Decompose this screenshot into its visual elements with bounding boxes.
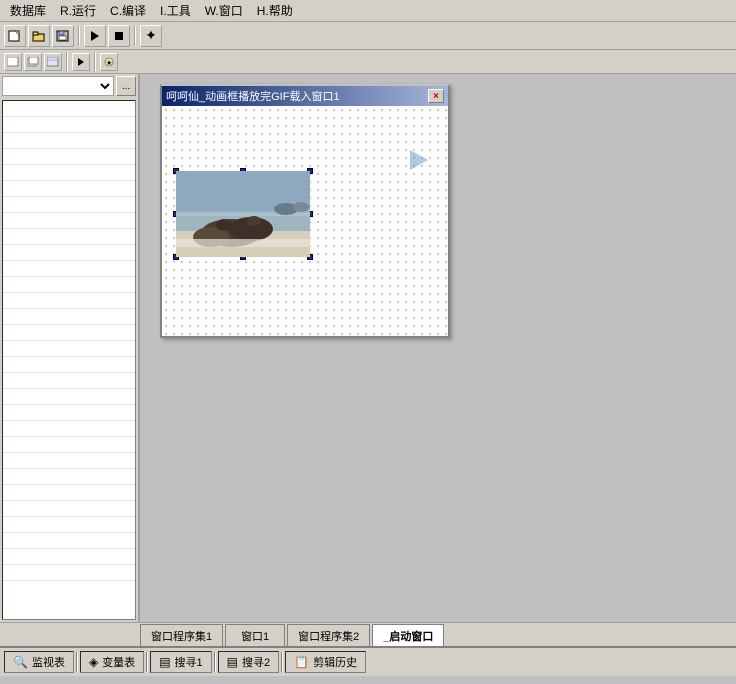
toolbar-open-btn[interactable] bbox=[28, 25, 50, 47]
toolbar2-sep2 bbox=[94, 52, 96, 72]
toolbar-save-btn[interactable] bbox=[52, 25, 74, 47]
sidebar-line-7 bbox=[3, 197, 135, 213]
sidebar-line-23 bbox=[3, 453, 135, 469]
sidebar-line-24 bbox=[3, 469, 135, 485]
sidebar-line-15 bbox=[3, 325, 135, 341]
play-arrow-icon bbox=[404, 146, 432, 181]
sidebar-line-20 bbox=[3, 405, 135, 421]
inner-window-titlebar: 呵呵仙_动画框播放完GIF载入窗口1 × bbox=[162, 86, 448, 106]
tabs-bar: 窗口程序集1 窗口1 窗口程序集2 _启动窗口 bbox=[0, 622, 736, 646]
star-icon: ✦ bbox=[145, 27, 157, 44]
sidebar-line-16 bbox=[3, 341, 135, 357]
menu-database[interactable]: 数据库 bbox=[4, 0, 52, 21]
sidebar-line-22 bbox=[3, 437, 135, 453]
toolbar-stop-btn[interactable] bbox=[108, 25, 130, 47]
menubar: 数据库 R.运行 C.编译 I.工具 W.窗口 H.帮助 bbox=[0, 0, 736, 22]
sidebar-line-19 bbox=[3, 389, 135, 405]
toolbar2-sep1 bbox=[66, 52, 68, 72]
toolbar2-btn3[interactable] bbox=[44, 53, 62, 71]
sidebar-line-30 bbox=[3, 565, 135, 581]
menu-help[interactable]: H.帮助 bbox=[251, 0, 299, 21]
menu-compile[interactable]: C.编译 bbox=[104, 0, 152, 21]
sidebar-line-29 bbox=[3, 549, 135, 565]
inner-window-close-btn[interactable]: × bbox=[428, 89, 444, 103]
status-search2[interactable]: ▤ 搜寻2 bbox=[218, 651, 279, 673]
status-sep2 bbox=[146, 652, 148, 672]
ellipsis-icon: ... bbox=[122, 81, 130, 92]
clipboard-icon: 📋 bbox=[294, 655, 309, 669]
sidebar-line-25 bbox=[3, 485, 135, 501]
toolbar-new-btn[interactable] bbox=[4, 25, 26, 47]
menu-run[interactable]: R.运行 bbox=[54, 0, 102, 21]
search2-label: 搜寻2 bbox=[242, 654, 270, 670]
sidebar-line-17 bbox=[3, 357, 135, 373]
tab-window-program-2[interactable]: 窗口程序集2 bbox=[287, 624, 370, 646]
sidebar-line-28 bbox=[3, 533, 135, 549]
sidebar-line-9 bbox=[3, 229, 135, 245]
status-sep3 bbox=[214, 652, 216, 672]
sidebar-line-21 bbox=[3, 421, 135, 437]
toolbar2-play-btn[interactable] bbox=[72, 53, 90, 71]
sidebar-line-3 bbox=[3, 133, 135, 149]
sidebar-top: ... bbox=[0, 74, 138, 98]
canvas-area: 呵呵仙_动画框播放完GIF载入窗口1 × bbox=[140, 74, 736, 622]
toolbar-star-btn[interactable]: ✦ bbox=[140, 25, 162, 47]
toolbar2-btn1[interactable] bbox=[4, 53, 22, 71]
tab-startup-window[interactable]: _启动窗口 bbox=[372, 624, 444, 646]
inner-window: 呵呵仙_动画框播放完GIF载入窗口1 × bbox=[160, 84, 450, 338]
sidebar-line-27 bbox=[3, 517, 135, 533]
variables-label: 变量表 bbox=[102, 654, 135, 670]
toolbar2-btn2[interactable] bbox=[24, 53, 42, 71]
tab-window-program-1[interactable]: 窗口程序集1 bbox=[140, 624, 223, 646]
toolbar2: ★ bbox=[0, 50, 736, 74]
menu-window[interactable]: W.窗口 bbox=[199, 0, 249, 21]
sidebar-line-1 bbox=[3, 101, 135, 117]
sidebar-line-6 bbox=[3, 181, 135, 197]
toolbar-sep1 bbox=[78, 26, 80, 46]
sidebar-more-btn[interactable]: ... bbox=[116, 76, 136, 96]
statusbar: 🔍 监视表 ◈ 变量表 ▤ 搜寻1 ▤ 搜寻2 📋 剪辑历史 bbox=[0, 646, 736, 676]
sidebar-line-11 bbox=[3, 261, 135, 277]
monitor-icon: 🔍 bbox=[13, 655, 28, 669]
sidebar-line-8 bbox=[3, 213, 135, 229]
toolbar-sep2 bbox=[134, 26, 136, 46]
inner-window-content bbox=[162, 106, 448, 336]
search1-icon: ▤ bbox=[159, 655, 170, 669]
sidebar-line-5 bbox=[3, 165, 135, 181]
status-clipboard[interactable]: 📋 剪辑历史 bbox=[285, 651, 366, 673]
status-search1[interactable]: ▤ 搜寻1 bbox=[150, 651, 211, 673]
sidebar-line-10 bbox=[3, 245, 135, 261]
sidebar-line-2 bbox=[3, 117, 135, 133]
search2-icon: ▤ bbox=[227, 655, 238, 669]
inner-window-title: 呵呵仙_动画框播放完GIF载入窗口1 bbox=[166, 88, 340, 104]
sidebar-line-14 bbox=[3, 309, 135, 325]
status-variables[interactable]: ◈ 变量表 bbox=[80, 651, 144, 673]
toolbar2-btn5[interactable]: ★ bbox=[100, 53, 118, 71]
gif-image bbox=[176, 171, 310, 257]
status-monitor[interactable]: 🔍 监视表 bbox=[4, 651, 74, 673]
sidebar-line-18 bbox=[3, 373, 135, 389]
sidebar-line-4 bbox=[3, 149, 135, 165]
clipboard-label: 剪辑历史 bbox=[313, 654, 357, 670]
sidebar: ... bbox=[0, 74, 140, 622]
status-sep4 bbox=[281, 652, 283, 672]
tab-window-1[interactable]: 窗口1 bbox=[225, 624, 285, 646]
menu-tools[interactable]: I.工具 bbox=[154, 0, 197, 21]
sidebar-dropdown[interactable] bbox=[2, 76, 114, 96]
main-area: ... bbox=[0, 74, 736, 622]
image-container bbox=[176, 171, 310, 257]
sidebar-line-26 bbox=[3, 501, 135, 517]
sidebar-scroll-area[interactable] bbox=[2, 100, 136, 620]
status-sep1 bbox=[76, 652, 78, 672]
variable-icon: ◈ bbox=[89, 655, 98, 669]
sidebar-line-12 bbox=[3, 277, 135, 293]
search1-label: 搜寻1 bbox=[175, 654, 203, 670]
toolbar-play-btn[interactable] bbox=[84, 25, 106, 47]
monitor-label: 监视表 bbox=[32, 654, 65, 670]
toolbar1: ✦ bbox=[0, 22, 736, 50]
svg-text:★: ★ bbox=[106, 59, 112, 67]
sidebar-line-13 bbox=[3, 293, 135, 309]
